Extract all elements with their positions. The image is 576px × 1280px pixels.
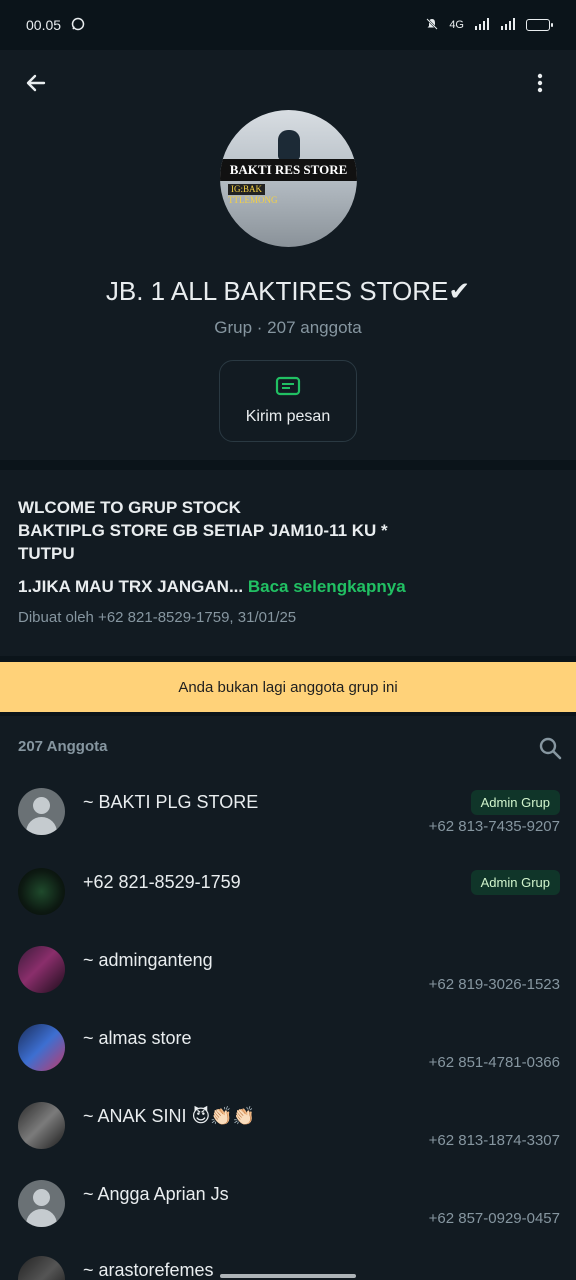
member-avatar (18, 946, 65, 993)
avatar-details: IG:BAK TTLEMONG (228, 184, 348, 206)
member-name: ~ arastorefemes (83, 1260, 214, 1280)
send-message-button[interactable]: Kirim pesan (219, 360, 357, 442)
back-button[interactable] (16, 63, 56, 103)
member-name: ~ almas store (83, 1028, 192, 1048)
status-bar: 00.05 4G (0, 0, 576, 50)
group-description: WLCOME TO GRUP STOCK BAKTIPLG STORE GB S… (0, 470, 576, 656)
home-indicator[interactable] (220, 1274, 356, 1278)
group-avatar[interactable]: BAKTI RES STORE IG:BAK TTLEMONG (220, 110, 357, 247)
read-more-link[interactable]: Baca selengkapnya (248, 577, 406, 596)
member-row[interactable]: ~ BAKTI PLG STORE Admin Grup +62 813-743… (0, 788, 576, 866)
member-row[interactable]: ~ ANAK SINI 😈👏🏻👏🏻 +62 813-1874-3307 (0, 1102, 576, 1180)
member-name: ~ ANAK SINI 😈👏🏻👏🏻 (83, 1106, 256, 1126)
members-search-button[interactable] (538, 736, 562, 765)
description-text: WLCOME TO GRUP STOCK BAKTIPLG STORE GB S… (18, 498, 388, 563)
member-name: ~ adminganteng (83, 950, 213, 970)
member-phone: +62 819-3026-1523 (428, 976, 560, 993)
member-row[interactable]: +62 821-8529-1759 Admin Grup (0, 868, 576, 946)
more-options-button[interactable] (520, 63, 560, 103)
member-row[interactable]: ~ almas store +62 851-4781-0366 (0, 1024, 576, 1102)
member-phone: +62 851-4781-0366 (428, 1054, 560, 1071)
battery-icon (526, 19, 553, 31)
members-count: 207 Anggota (18, 738, 108, 755)
member-row[interactable]: ~ adminganteng +62 819-3026-1523 (0, 946, 576, 1024)
member-name: +62 821-8529-1759 (83, 872, 241, 892)
member-row[interactable]: ~ Angga Aprian Js +62 857-0929-0457 (0, 1180, 576, 1258)
member-avatar (18, 1256, 65, 1280)
member-name: ~ Angga Aprian Js (83, 1184, 229, 1204)
admin-badge: Admin Grup (470, 790, 560, 815)
whatsapp-notification-icon (71, 17, 85, 34)
back-arrow-icon (26, 74, 46, 92)
members-section: 207 Anggota ~ BAKTI PLG STORE Admin Grup… (0, 716, 576, 1280)
signal-icon-2 (500, 17, 516, 33)
member-avatar (18, 1024, 65, 1071)
mute-icon (425, 17, 439, 34)
member-phone: +62 813-1874-3307 (428, 1132, 560, 1149)
network-type: 4G (449, 19, 464, 31)
status-time: 00.05 (26, 17, 62, 33)
member-phone: +62 813-7435-9207 (428, 818, 560, 835)
description-rule: 1.JIKA MAU TRX JANGAN... Baca selengkapn… (18, 577, 558, 597)
group-subtitle: Grup · 207 anggota (214, 318, 362, 337)
admin-badge: Admin Grup (470, 870, 560, 895)
avatar-tiktok-text: TTLEMONG (228, 195, 278, 205)
avatar-ig-text: IG:BAK (228, 184, 265, 195)
member-avatar (18, 788, 65, 835)
member-avatar (18, 868, 65, 915)
signal-icon (474, 17, 490, 33)
avatar-person (278, 130, 300, 160)
member-phone: +62 857-0929-0457 (428, 1210, 560, 1227)
member-name: ~ BAKTI PLG STORE (83, 792, 259, 812)
member-avatar (18, 1102, 65, 1149)
group-title: JB. 1 ALL BAKTIRES STORE✔ (105, 276, 471, 306)
app-bar (0, 50, 576, 116)
more-vert-icon (537, 73, 543, 93)
send-message-label: Kirim pesan (245, 408, 331, 425)
description-meta: Dibuat oleh +62 821-8529-1759, 31/01/25 (18, 609, 297, 626)
avatar-banner-text: BAKTI RES STORE (220, 159, 357, 181)
not-member-notice: Anda bukan lagi anggota grup ini (0, 662, 576, 712)
member-avatar (18, 1180, 65, 1227)
message-icon (275, 376, 301, 396)
search-icon (539, 737, 562, 760)
description-rule-text: 1.JIKA MAU TRX JANGAN... (18, 577, 244, 596)
